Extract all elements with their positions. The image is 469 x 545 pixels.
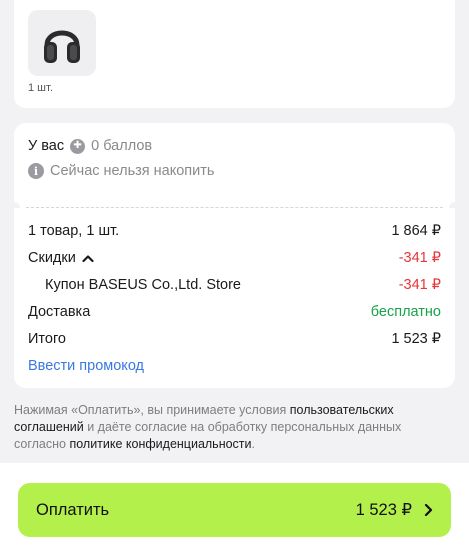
promo-row: Ввести промокод — [28, 356, 441, 376]
coupon-value: -341 ₽ — [398, 277, 441, 293]
privacy-policy-link[interactable]: политике конфиденциальности — [69, 437, 251, 451]
bonus-points: 0 баллов — [91, 138, 153, 154]
legal-text-3: . — [251, 437, 255, 451]
delivery-label: Доставка — [28, 304, 91, 320]
bonus-notice: Сейчас нельзя накопить — [50, 163, 215, 179]
items-price: 1 864 ₽ — [391, 223, 441, 239]
headphones-image — [44, 30, 80, 63]
bonus-coin-icon: ✚ — [70, 138, 86, 154]
product-card: 1 шт. — [14, 0, 455, 108]
bonus-card: У вас ✚ 0 баллов i Сейчас нельзя накопит… — [14, 123, 455, 208]
bonus-notice-row: i Сейчас нельзя накопить — [28, 161, 441, 181]
pay-button-label: Оплатить — [36, 500, 110, 519]
info-icon: i — [28, 163, 44, 179]
bonus-prefix: У вас — [28, 138, 65, 154]
discounts-value: -341 ₽ — [398, 250, 441, 266]
items-row: 1 товар, 1 шт. 1 864 ₽ — [28, 221, 441, 241]
pay-button-amount: 1 523 ₽ — [355, 501, 412, 519]
coupon-row: Купон BASEUS Co.,Ltd. Store -341 ₽ — [28, 275, 441, 295]
chevron-right-icon — [424, 503, 433, 517]
discounts-row[interactable]: Скидки -341 ₽ — [28, 248, 441, 268]
bonus-balance-row: У вас ✚ 0 баллов — [28, 136, 441, 156]
total-value: 1 523 ₽ — [391, 331, 441, 347]
promo-code-link[interactable]: Ввести промокод — [28, 358, 144, 374]
product-quantity: 1 шт. — [28, 82, 53, 94]
legal-notice: Нажимая «Оплатить», вы принимаете услови… — [14, 402, 454, 453]
total-label: Итого — [28, 331, 66, 347]
product-thumbnail[interactable] — [28, 10, 96, 76]
delivery-value: бесплатно — [370, 304, 441, 320]
items-label: 1 товар, 1 шт. — [28, 223, 120, 239]
delivery-row: Доставка бесплатно — [28, 302, 441, 322]
coupon-label: Купон BASEUS Co.,Ltd. Store — [45, 277, 241, 293]
bottom-bar: Оплатить 1 523 ₽ — [0, 463, 469, 545]
discounts-label: Скидки — [28, 250, 76, 266]
legal-text-1: Нажимая «Оплатить», вы принимаете услови… — [14, 403, 290, 417]
pay-button[interactable]: Оплатить 1 523 ₽ — [18, 483, 451, 537]
total-row: Итого 1 523 ₽ — [28, 329, 441, 349]
order-summary-card: 1 товар, 1 шт. 1 864 ₽ Скидки -341 ₽ Куп… — [14, 208, 455, 388]
chevron-up-icon[interactable] — [82, 254, 94, 263]
